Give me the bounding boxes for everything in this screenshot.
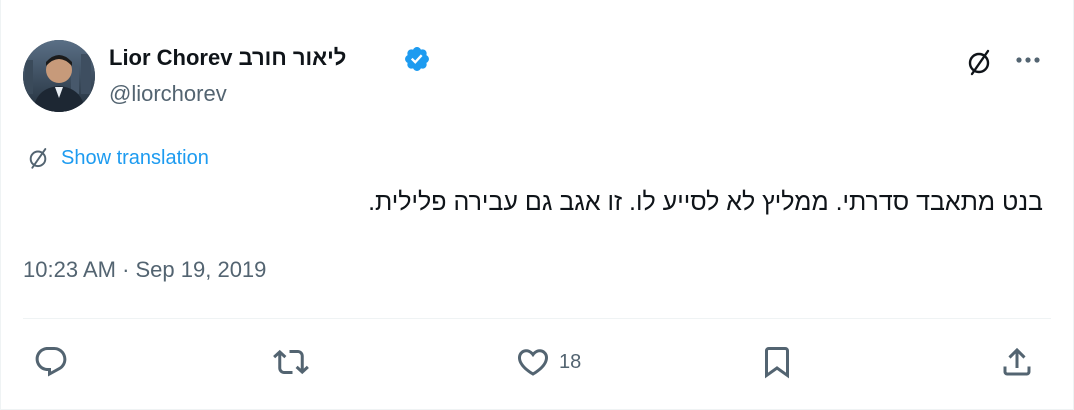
retweet-icon <box>273 349 309 375</box>
tweet-text: בנט מתאבד סדרתי. ממליץ לא לסייע לו. זו א… <box>368 188 1043 216</box>
divider <box>23 318 1051 319</box>
share-icon <box>1003 347 1031 376</box>
timestamp[interactable]: 10:23 AM · Sep 19, 2019 <box>23 256 266 284</box>
reply-button[interactable] <box>33 344 69 380</box>
retweet-button[interactable] <box>273 344 309 380</box>
show-translation-link[interactable]: Show translation <box>61 147 209 170</box>
verified-badge-icon[interactable] <box>403 45 431 73</box>
translate-icon <box>29 148 47 169</box>
avatar[interactable] <box>23 40 95 112</box>
share-button[interactable] <box>999 344 1035 380</box>
more-icon[interactable] <box>1011 46 1045 74</box>
like-icon <box>517 349 549 376</box>
bookmark-button[interactable] <box>759 344 795 380</box>
bookmark-icon <box>765 347 789 379</box>
tweet-card: Lior Chorev ליאור חורב @liorchorev Show … <box>0 0 1074 410</box>
translate-icon[interactable] <box>963 46 995 78</box>
user-handle[interactable]: @liorchorev <box>109 80 227 108</box>
display-name[interactable]: Lior Chorev ליאור חורב <box>109 44 346 72</box>
avatar-photo <box>23 40 95 112</box>
show-translation[interactable]: Show translation <box>25 144 209 172</box>
like-count: 18 <box>559 350 582 373</box>
like-button[interactable]: 18 <box>515 344 581 380</box>
reply-icon <box>35 347 67 377</box>
